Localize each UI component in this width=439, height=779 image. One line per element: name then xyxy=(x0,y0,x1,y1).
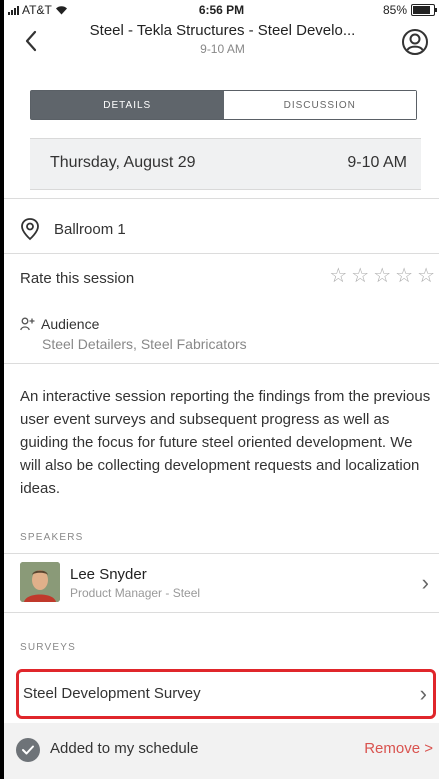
page-title: Steel - Tekla Structures - Steel Develo.… xyxy=(89,22,356,39)
check-circle-icon xyxy=(16,738,40,762)
session-datetime: Thursday, August 29 9-10 AM xyxy=(30,138,421,190)
divider xyxy=(4,253,439,254)
survey-row-highlighted[interactable]: Steel Development Survey › xyxy=(16,669,436,719)
chevron-right-icon: › xyxy=(419,681,427,706)
star-icon[interactable]: ☆ xyxy=(417,266,435,286)
segment-tabs: DETAILS DISCUSSION xyxy=(30,90,417,120)
profile-button[interactable] xyxy=(401,28,429,56)
back-button[interactable] xyxy=(16,26,46,56)
tab-discussion[interactable]: DISCUSSION xyxy=(223,91,416,119)
speaker-name: Lee Snyder xyxy=(70,566,147,583)
divider xyxy=(4,198,439,199)
session-date: Thursday, August 29 xyxy=(50,154,196,171)
divider xyxy=(4,612,439,613)
session-time: 9-10 AM xyxy=(347,154,407,171)
star-icon[interactable]: ☆ xyxy=(373,266,391,286)
session-location[interactable]: Ballroom 1 xyxy=(20,217,126,241)
audience-label: Audience xyxy=(41,316,100,332)
added-to-schedule-label: Added to my schedule xyxy=(50,740,199,757)
battery-percent: 85% xyxy=(382,3,407,17)
surveys-section-label: SURVEYS xyxy=(20,642,77,653)
tab-details[interactable]: DETAILS xyxy=(31,91,224,119)
session-description: An interactive session reporting the fin… xyxy=(20,388,431,497)
battery-icon xyxy=(411,4,437,16)
avatar xyxy=(20,562,60,602)
status-right: 85% xyxy=(382,3,437,17)
location-pin-icon xyxy=(21,218,39,241)
star-icon[interactable]: ☆ xyxy=(395,266,413,286)
page-subtitle: 9-10 AM xyxy=(200,42,245,56)
person-add-icon xyxy=(20,317,35,331)
speaker-row[interactable]: Lee Snyder Product Manager - Steel › xyxy=(4,556,439,610)
divider xyxy=(4,553,439,554)
rating-stars[interactable]: ☆ ☆ ☆ ☆ ☆ xyxy=(329,266,435,286)
nav-bar: Steel - Tekla Structures - Steel Develo.… xyxy=(4,18,439,70)
remove-button[interactable]: Remove > xyxy=(364,740,433,757)
schedule-bar: Added to my schedule Remove > xyxy=(4,723,439,779)
status-time: 6:56 PM xyxy=(198,3,245,17)
audience-heading: Audience xyxy=(20,316,99,332)
chevron-left-icon xyxy=(25,30,37,52)
user-circle-icon xyxy=(402,29,428,55)
chevron-right-icon: › xyxy=(421,570,429,595)
speaker-role: Product Manager - Steel xyxy=(70,586,201,600)
star-icon[interactable]: ☆ xyxy=(351,266,369,286)
app-screen: AT&T 6:56 PM 85% Steel - Tekla Structure… xyxy=(4,0,439,779)
speakers-section-label: SPEAKERS xyxy=(20,532,84,543)
audience-value: Steel Detailers, Steel Fabricators xyxy=(42,336,247,352)
location-label: Ballroom 1 xyxy=(54,220,126,238)
rate-label: Rate this session xyxy=(20,270,135,287)
divider xyxy=(4,363,439,364)
survey-name: Steel Development Survey xyxy=(23,685,201,702)
star-icon[interactable]: ☆ xyxy=(329,266,347,286)
